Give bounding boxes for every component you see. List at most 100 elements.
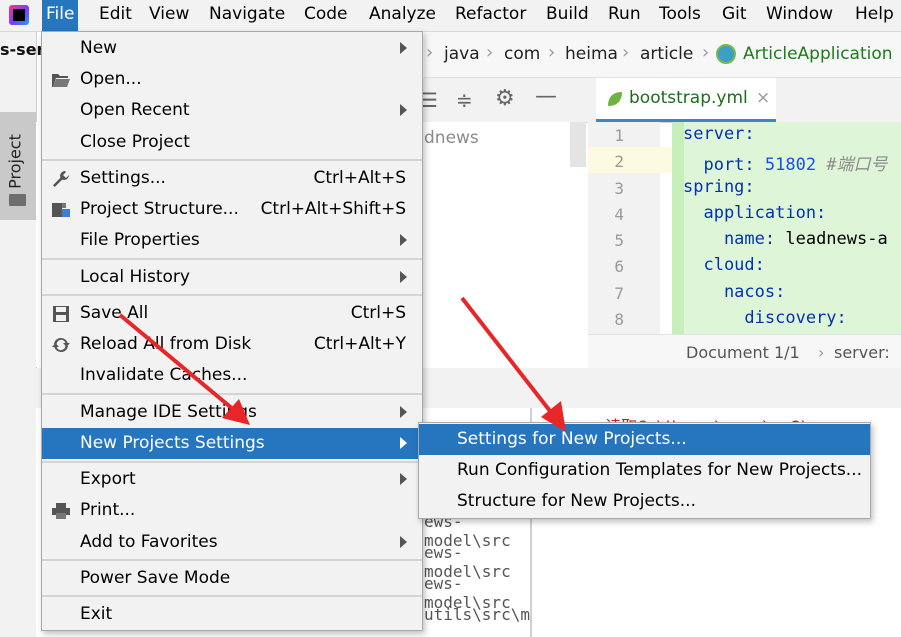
menu-item-label: Close Project (80, 132, 190, 152)
code-line: nacos: (683, 282, 785, 302)
yaml-comment: #端口号 (816, 155, 888, 175)
menu-item-reload-all[interactable]: Reload All from Disk Ctrl+Alt+Y (42, 329, 422, 360)
menu-item-manage-ide-settings[interactable]: Manage IDE Settings (42, 397, 422, 428)
code-line: discovery: (683, 308, 847, 328)
menu-item-label: Open... (80, 69, 142, 89)
menu-item-open-recent[interactable]: Open Recent (42, 95, 422, 126)
menu-item-new-projects-settings[interactable]: New Projects Settings (42, 428, 422, 459)
menu-item-label: File Properties (80, 230, 200, 250)
project-structure-icon (52, 203, 70, 217)
menu-run[interactable]: Run (604, 0, 645, 31)
status-path-separator: › (818, 343, 825, 362)
yaml-key: nacos: (683, 282, 786, 302)
menu-edit[interactable]: Edit (95, 0, 136, 31)
menu-item-invalidate-caches[interactable]: Invalidate Caches... (42, 360, 422, 391)
menu-item-label: New Projects Settings (80, 433, 265, 453)
menu-item-print[interactable]: Print... (42, 495, 422, 526)
submenu-item-structure-for-new-projects[interactable]: Structure for New Projects... (419, 486, 870, 517)
menu-item-save-all[interactable]: Save All Ctrl+S (42, 298, 422, 329)
project-tool-tab[interactable]: Project (0, 112, 36, 220)
menu-item-settings[interactable]: Settings... Ctrl+Alt+S (42, 163, 422, 194)
line-number: 4 (614, 205, 624, 224)
submenu-arrow-icon (400, 104, 407, 116)
menu-item-open[interactable]: Open... (42, 64, 422, 95)
menu-separator (42, 461, 422, 463)
breadcrumb-com[interactable]: com (504, 44, 540, 64)
menu-item-export[interactable]: Export (42, 464, 422, 495)
code-line: spring: (683, 177, 755, 197)
yaml-key: application: (683, 203, 827, 223)
tree-node-partial[interactable]: dnews (424, 128, 479, 148)
menu-tools-label: Tools (659, 4, 701, 24)
menu-item-label: Manage IDE Settings (80, 402, 257, 422)
project-tab-label: Project (5, 134, 25, 189)
menu-build[interactable]: Build (542, 0, 593, 31)
menu-separator (42, 258, 422, 260)
breadcrumb: › java › com › heima › article › Article… (424, 32, 901, 78)
breadcrumb-article-application[interactable]: ArticleApplication (743, 44, 893, 64)
breadcrumb-separator: › (548, 42, 556, 63)
spring-boot-class-icon (716, 44, 736, 64)
submenu-arrow-icon (400, 42, 407, 54)
close-tab-icon[interactable]: × (756, 88, 770, 108)
tree-scrollbar[interactable] (570, 122, 586, 167)
menu-item-exit[interactable]: Exit (42, 599, 422, 630)
menu-file[interactable]: File (42, 0, 79, 31)
menu-view-label: View (149, 4, 190, 24)
menu-window[interactable]: Window (762, 0, 837, 31)
menu-view[interactable]: View (145, 0, 193, 31)
menu-navigate-label: Navigate (209, 4, 286, 24)
editor-breadcrumb-bar: Document 1/1 › server: (588, 334, 901, 369)
line-number: 7 (614, 284, 624, 303)
submenu-arrow-icon (400, 536, 407, 548)
menu-item-new[interactable]: New (42, 33, 422, 64)
yaml-key: port: (683, 155, 765, 175)
menu-code[interactable]: Code (300, 0, 352, 31)
folder-icon (9, 194, 26, 206)
line-number: 3 (614, 179, 624, 198)
menu-tools[interactable]: Tools (655, 0, 705, 31)
menu-item-file-properties[interactable]: File Properties (42, 225, 422, 256)
wrench-icon (53, 171, 69, 187)
menu-refactor-label: Refactor (455, 4, 527, 24)
code-line: port: 51802 #端口号 (683, 150, 888, 175)
new-projects-settings-submenu: Settings for New Projects... Run Configu… (418, 422, 871, 519)
menu-item-shortcut: Ctrl+S (350, 303, 406, 323)
menu-refactor[interactable]: Refactor (451, 0, 530, 31)
menu-item-label: Settings... (80, 168, 166, 188)
line-number: 8 (614, 310, 624, 329)
collapse-all-icon[interactable]: ≑ (456, 88, 473, 112)
breadcrumb-article[interactable]: article (640, 44, 693, 64)
menu-item-label: Invalidate Caches... (80, 365, 248, 385)
menu-item-label: Exit (80, 604, 113, 624)
menu-item-project-structure[interactable]: Project Structure... Ctrl+Alt+Shift+S (42, 194, 422, 225)
submenu-item-settings-for-new-projects[interactable]: Settings for New Projects... (419, 424, 870, 455)
menu-item-power-save-mode[interactable]: Power Save Mode (42, 563, 422, 594)
minimize-icon[interactable]: — (535, 84, 557, 109)
menu-help[interactable]: Help (851, 0, 898, 31)
breadcrumb-java[interactable]: java (444, 44, 480, 64)
menu-navigate[interactable]: Navigate (205, 0, 289, 31)
breadcrumb-separator: › (426, 42, 434, 63)
menu-git[interactable]: Git (718, 0, 751, 31)
line-number: 2 (614, 152, 624, 171)
breadcrumb-heima[interactable]: heima (565, 44, 618, 64)
menu-analyze[interactable]: Analyze (365, 0, 440, 31)
menu-item-local-history[interactable]: Local History (42, 262, 422, 293)
submenu-item-run-configuration-templates[interactable]: Run Configuration Templates for New Proj… (419, 455, 870, 486)
gear-icon[interactable]: ⚙ (495, 86, 515, 111)
line-number: 5 (614, 231, 624, 250)
menu-item-add-to-favorites[interactable]: Add to Favorites (42, 527, 422, 558)
yaml-key: discovery: (683, 308, 847, 328)
editor-tab-bootstrap-yml[interactable]: bootstrap.yml × (596, 78, 776, 122)
yaml-path-crumb[interactable]: server: (834, 343, 890, 362)
breadcrumb-separator: › (486, 42, 494, 63)
menu-item-close-project[interactable]: Close Project (42, 127, 422, 158)
submenu-item-label: Structure for New Projects... (457, 491, 696, 511)
tool-window-strip: Project (0, 32, 37, 637)
folder-open-icon (52, 74, 70, 87)
menu-window-label: Window (766, 4, 834, 24)
menu-separator (42, 595, 422, 597)
printer-icon (52, 503, 70, 519)
reload-icon (52, 337, 70, 353)
